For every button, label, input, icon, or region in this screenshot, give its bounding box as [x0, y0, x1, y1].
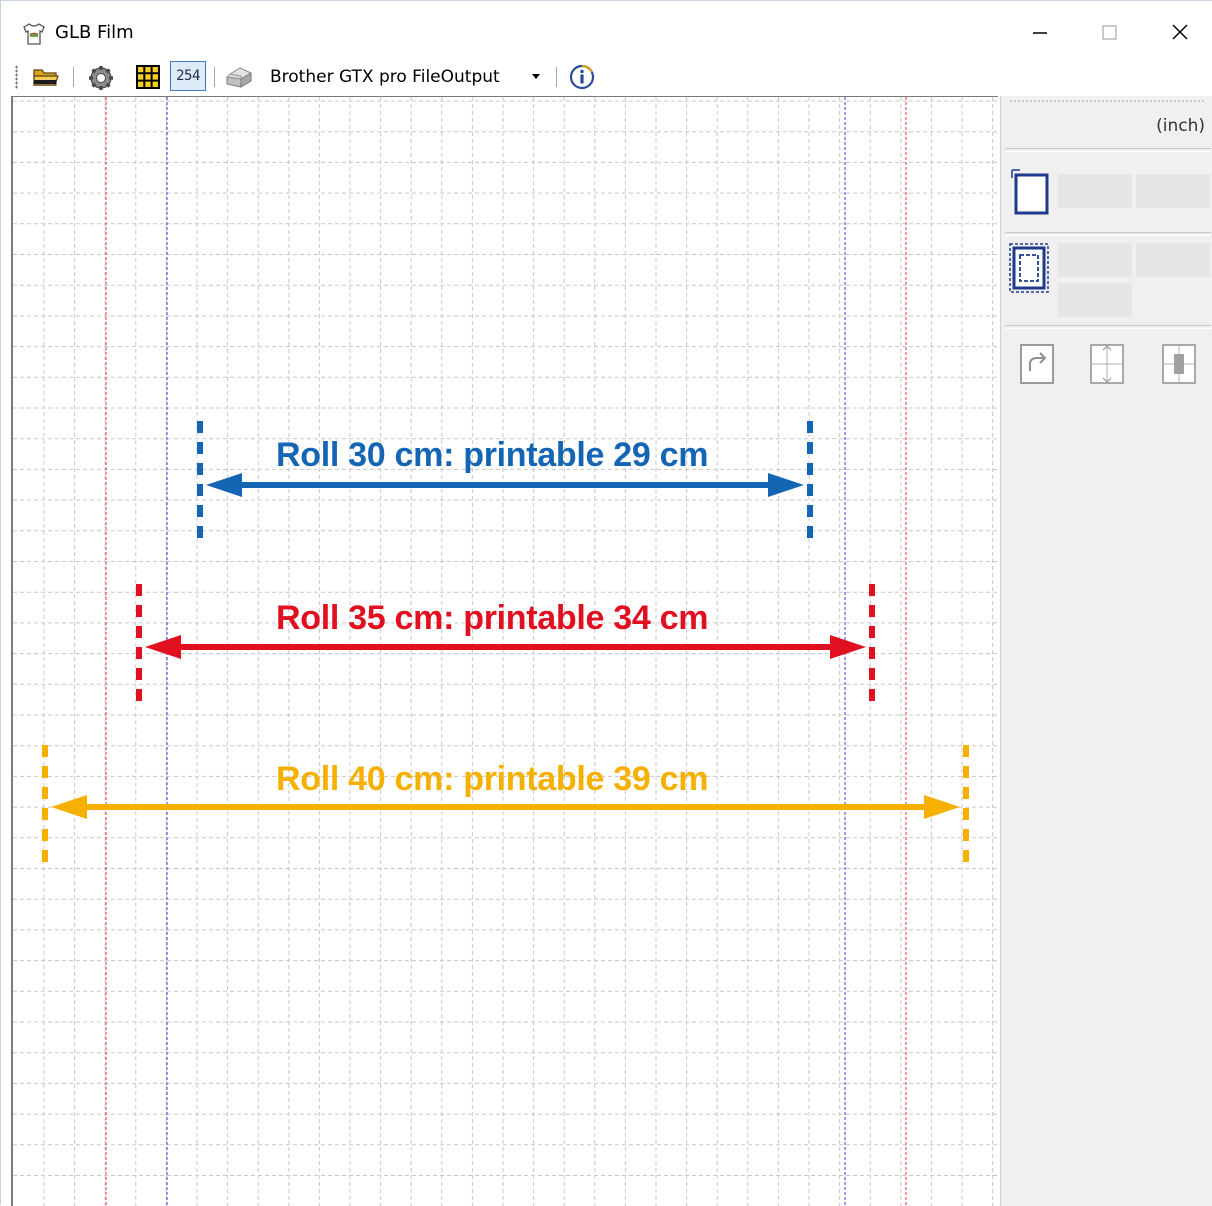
- printer-icon[interactable]: [224, 64, 254, 90]
- print-canvas[interactable]: Roll 30 cm: printable 29 cm Roll 35 cm: …: [11, 96, 998, 1206]
- printer-select[interactable]: Brother GTX pro FileOutput: [263, 63, 551, 91]
- roll-35-arrow-head-left: [145, 635, 181, 659]
- tshirt-app-icon: [23, 23, 45, 45]
- panel-grip[interactable]: [1009, 100, 1205, 102]
- resolution-button[interactable]: 254: [170, 61, 206, 91]
- printable-margin-field[interactable]: [1058, 283, 1132, 317]
- panel-divider: [1005, 148, 1211, 152]
- guide-lines: [105, 97, 907, 1206]
- roll-35-label: Roll 35 cm: printable 34 cm: [276, 599, 709, 637]
- fit-width-icon[interactable]: [1089, 343, 1125, 385]
- toolbar-grip[interactable]: [15, 65, 18, 89]
- properties-panel: (inch): [1000, 96, 1212, 1206]
- info-icon[interactable]: [567, 63, 597, 91]
- window-title: GLB Film: [55, 22, 134, 43]
- maximize-icon[interactable]: [1086, 15, 1132, 51]
- app-window: GLB Film 254 Brother GTX pro FileOutput …: [0, 0, 1212, 1206]
- center-icon[interactable]: [1161, 343, 1197, 385]
- gear-icon[interactable]: [87, 64, 115, 92]
- printer-select-value: Brother GTX pro FileOutput: [270, 67, 500, 87]
- unit-label: (inch): [1156, 116, 1205, 136]
- printable-width-field[interactable]: [1058, 243, 1132, 277]
- resolution-label: 254: [176, 68, 200, 84]
- printable-area-icon[interactable]: [1007, 241, 1051, 295]
- title-bar: GLB Film: [1, 1, 1212, 59]
- roll-40-arrow-head-left: [51, 795, 87, 819]
- roll-40-label: Roll 40 cm: printable 39 cm: [276, 760, 709, 798]
- toolbar-separator: [556, 67, 557, 87]
- panel-divider: [1005, 325, 1211, 329]
- folder-icon[interactable]: [31, 64, 61, 90]
- annotation-marks: [42, 421, 969, 870]
- page-size-icon[interactable]: [1007, 166, 1051, 216]
- page-width-field[interactable]: [1058, 174, 1132, 208]
- roll-35-arrow-head-right: [830, 635, 866, 659]
- close-icon[interactable]: [1157, 15, 1203, 51]
- grid-icon[interactable]: [135, 64, 161, 90]
- roll-40-arrow-head-right: [924, 795, 960, 819]
- toolbar-separator: [214, 67, 215, 87]
- minimize-icon[interactable]: [1016, 15, 1062, 51]
- canvas-drawing: [13, 97, 998, 1206]
- rotate-icon[interactable]: [1019, 343, 1055, 385]
- printable-height-field[interactable]: [1136, 243, 1210, 277]
- page-height-field[interactable]: [1136, 174, 1210, 208]
- roll-30-arrow-head-right: [768, 473, 804, 497]
- panel-divider: [1005, 232, 1211, 236]
- roll-30-label: Roll 30 cm: printable 29 cm: [276, 436, 709, 474]
- toolbar-separator: [73, 67, 74, 87]
- toolbar: 254 Brother GTX pro FileOutput: [1, 59, 1212, 95]
- roll-30-arrow-head-left: [206, 473, 242, 497]
- chevron-down-icon: [532, 74, 540, 79]
